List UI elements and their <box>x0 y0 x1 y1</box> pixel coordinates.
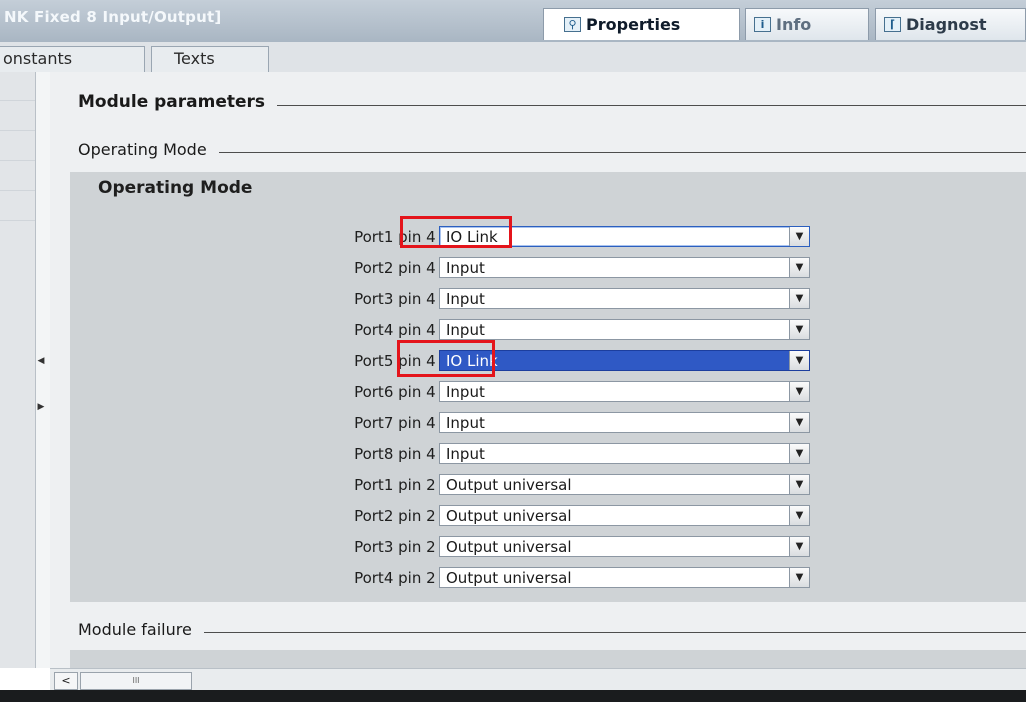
port7-pin4-row: Port7 pin 4 mode: Input ▼ <box>70 412 1026 434</box>
chevron-down-icon[interactable]: ▼ <box>789 537 809 556</box>
splitter[interactable] <box>35 72 51 668</box>
select-value: Output universal <box>446 538 572 556</box>
tab-info[interactable]: i Info <box>745 8 869 40</box>
highlight-box <box>400 216 512 248</box>
module-parameters-header: Module parameters <box>78 92 1026 112</box>
expand-right-icon[interactable]: ▶ <box>35 398 47 416</box>
module-failure-panel <box>70 650 1026 668</box>
properties-icon: ⚲ <box>564 17 581 32</box>
chevron-down-icon[interactable]: ▼ <box>789 227 809 246</box>
divider <box>0 100 36 101</box>
port3-pin2-mode-select[interactable]: Output universal ▼ <box>439 536 810 557</box>
module-failure-header[interactable]: Module failure <box>78 620 1026 639</box>
tab-diagnostics-label: Diagnost <box>906 15 987 34</box>
highlight-box <box>397 340 495 377</box>
divider <box>277 104 1026 106</box>
sub-tab-bar: onstants Texts <box>0 42 1026 73</box>
port2-pin2-row: Port2 pin 2 mode: Output universal ▼ <box>70 505 1026 527</box>
tab-texts[interactable]: Texts <box>151 46 269 72</box>
tab-info-label: Info <box>776 15 812 34</box>
port3-pin2-row: Port3 pin 2 mode: Output universal ▼ <box>70 536 1026 558</box>
port4-pin2-row: Port4 pin 2 mode: Output universal ▼ <box>70 567 1026 589</box>
port4-pin4-row: Port4 pin 4 mode: Input ▼ <box>70 319 1026 341</box>
port2-pin4-row: Port2 pin 4 mode: Input ▼ <box>70 257 1026 279</box>
port8-pin4-row: Port8 pin 4 mode: Input ▼ <box>70 443 1026 465</box>
info-icon: i <box>754 17 771 32</box>
port5-pin4-row: Port5 pin 4 mode: IO Link ▼ <box>70 350 1026 372</box>
operating-mode-panel-title: Operating Mode <box>98 178 253 198</box>
port2-pin4-mode-select[interactable]: Input ▼ <box>439 257 810 278</box>
port6-pin4-row: Port6 pin 4 mode: Input ▼ <box>70 381 1026 403</box>
select-value: Output universal <box>446 476 572 494</box>
select-value: Input <box>446 414 485 432</box>
tab-texts-label: Texts <box>174 49 215 68</box>
port1-pin2-mode-select[interactable]: Output universal ▼ <box>439 474 810 495</box>
window-title: NK Fixed 8 Input/Output] <box>4 8 222 26</box>
port6-pin4-mode-select[interactable]: Input ▼ <box>439 381 810 402</box>
divider <box>0 160 36 161</box>
operating-mode-panel: Operating Mode Port1 pin 4 mode: IO Link… <box>70 172 1026 602</box>
scrollbar-thumb[interactable]: III <box>80 672 192 690</box>
chevron-down-icon[interactable]: ▼ <box>789 320 809 339</box>
chevron-down-icon[interactable]: ▼ <box>789 258 809 277</box>
inspector-title-bar: NK Fixed 8 Input/Output] ⚲ Properties i … <box>0 0 1026 42</box>
diagnostics-icon: ⌈ <box>884 17 901 32</box>
tab-constants[interactable]: onstants <box>0 46 145 72</box>
divider <box>0 220 36 221</box>
tab-properties-label: Properties <box>586 15 681 34</box>
collapse-left-icon[interactable]: ◀ <box>35 352 47 370</box>
chevron-down-icon[interactable]: ▼ <box>789 444 809 463</box>
operating-mode-link: Operating Mode <box>78 140 207 159</box>
divider <box>0 130 36 131</box>
select-value: Input <box>446 259 485 277</box>
chevron-down-icon[interactable]: ▼ <box>789 382 809 401</box>
divider <box>203 632 1026 633</box>
port3-pin4-mode-select[interactable]: Input ▼ <box>439 288 810 309</box>
port3-pin4-row: Port3 pin 4 mode: Input ▼ <box>70 288 1026 310</box>
divider <box>218 152 1026 153</box>
port1-pin4-row: Port1 pin 4 mode: IO Link ▼ <box>70 226 1026 248</box>
chevron-down-icon[interactable]: ▼ <box>789 568 809 587</box>
select-value: Output universal <box>446 569 572 587</box>
select-value: Output universal <box>446 507 572 525</box>
chevron-down-icon[interactable]: ▼ <box>789 506 809 525</box>
port8-pin4-mode-select[interactable]: Input ▼ <box>439 443 810 464</box>
chevron-down-icon[interactable]: ▼ <box>789 475 809 494</box>
scroll-left-icon[interactable]: < <box>54 672 78 690</box>
chevron-down-icon[interactable]: ▼ <box>789 351 809 370</box>
port7-pin4-mode-select[interactable]: Input ▼ <box>439 412 810 433</box>
port4-pin4-mode-select[interactable]: Input ▼ <box>439 319 810 340</box>
tab-diagnostics[interactable]: ⌈ Diagnost <box>875 8 1026 40</box>
select-value: Input <box>446 321 485 339</box>
module-parameters-title: Module parameters <box>78 92 266 112</box>
divider <box>0 190 36 191</box>
navigation-strip <box>0 72 37 668</box>
bottom-edge <box>0 690 1026 702</box>
horizontal-scrollbar[interactable]: < III <box>50 668 1026 691</box>
select-value: Input <box>446 290 485 308</box>
module-failure-link: Module failure <box>78 620 192 639</box>
port2-pin2-mode-select[interactable]: Output universal ▼ <box>439 505 810 526</box>
select-value: Input <box>446 383 485 401</box>
operating-mode-header[interactable]: Operating Mode <box>78 140 1026 159</box>
tab-constants-label: onstants <box>3 49 73 68</box>
port4-pin2-mode-select[interactable]: Output universal ▼ <box>439 567 810 588</box>
chevron-down-icon[interactable]: ▼ <box>789 289 809 308</box>
chevron-down-icon[interactable]: ▼ <box>789 413 809 432</box>
port1-pin2-row: Port1 pin 2 mode: Output universal ▼ <box>70 474 1026 496</box>
select-value: Input <box>446 445 485 463</box>
tab-properties[interactable]: ⚲ Properties <box>543 8 740 40</box>
properties-content: Module parameters Operating Mode Operati… <box>50 72 1026 668</box>
